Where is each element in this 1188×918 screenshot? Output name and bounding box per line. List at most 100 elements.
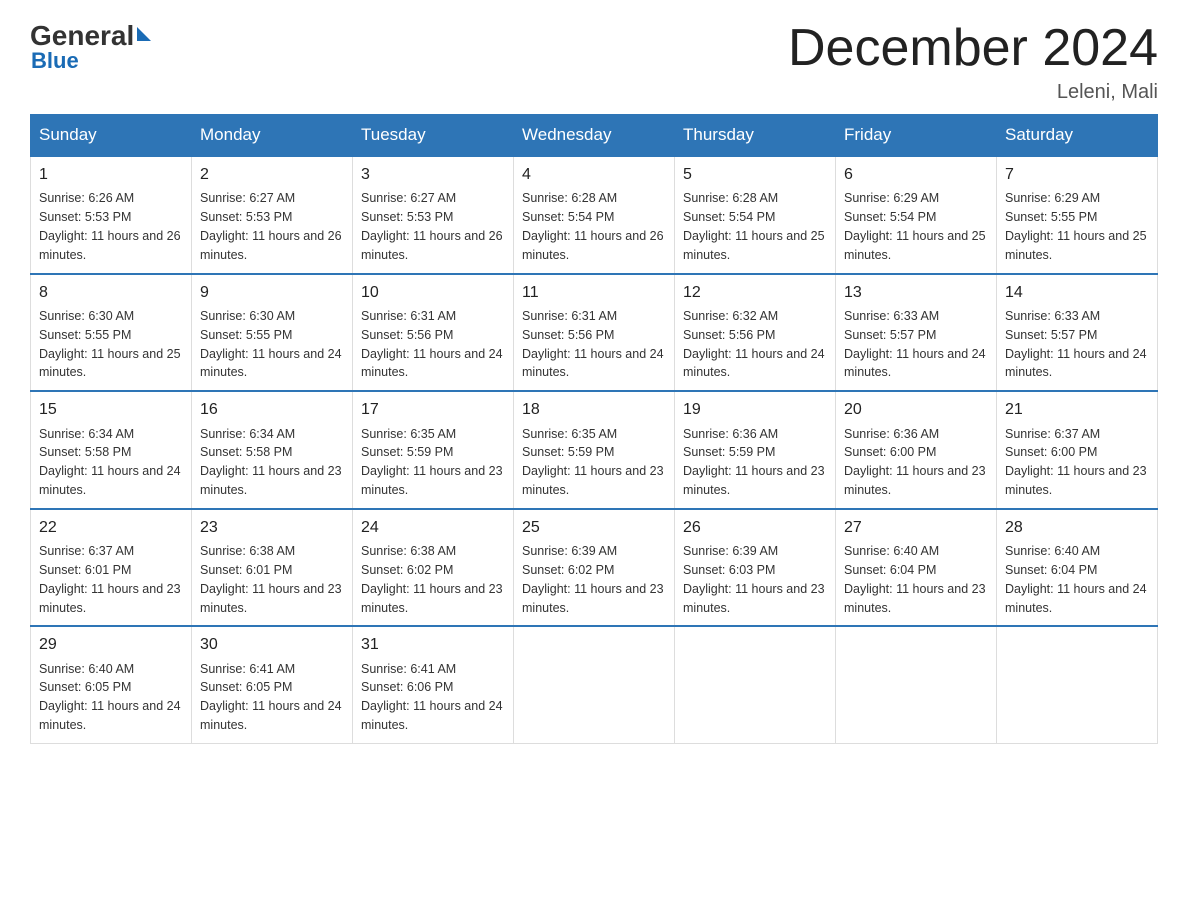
day-number: 28 — [1005, 516, 1149, 539]
day-number: 27 — [844, 516, 988, 539]
logo-blue-text: Blue — [31, 48, 151, 74]
calendar-cell: 24Sunrise: 6:38 AMSunset: 6:02 PMDayligh… — [353, 509, 514, 627]
calendar-cell: 31 Sunrise: 6:41 AMSunset: 6:06 PMDayligh… — [353, 626, 514, 743]
day-number: 25 — [522, 516, 666, 539]
page-header: General Blue December 2024 Leleni, Mali — [30, 20, 1158, 104]
calendar-cell: 2 Sunrise: 6:27 AMSunset: 5:53 PMDaylight… — [192, 156, 353, 274]
calendar-cell: 13 Sunrise: 6:33 AMSunset: 5:57 PMDayligh… — [836, 274, 997, 392]
day-number: 13 — [844, 281, 988, 304]
calendar-cell: 19Sunrise: 6:36 AMSunset: 5:59 PMDayligh… — [675, 391, 836, 509]
day-number: 6 — [844, 163, 988, 186]
day-info: Sunrise: 6:35 AMSunset: 5:59 PMDaylight:… — [522, 427, 664, 498]
calendar-cell: 7Sunrise: 6:29 AMSunset: 5:55 PMDaylight… — [997, 156, 1158, 274]
day-number: 30 — [200, 633, 344, 656]
day-number: 11 — [522, 281, 666, 304]
day-info: Sunrise: 6:41 AMSunset: 6:06 PMDaylight:… — [361, 662, 503, 733]
day-info: Sunrise: 6:39 AMSunset: 6:03 PMDaylight:… — [683, 544, 825, 615]
day-info: Sunrise: 6:40 AMSunset: 6:04 PMDaylight:… — [844, 544, 986, 615]
calendar-week-row: 1Sunrise: 6:26 AMSunset: 5:53 PMDaylight… — [31, 156, 1158, 274]
day-info: Sunrise: 6:34 AMSunset: 5:58 PMDaylight:… — [39, 427, 181, 498]
day-info: Sunrise: 6:33 AMSunset: 5:57 PMDaylight:… — [844, 309, 986, 380]
calendar-week-row: 29 Sunrise: 6:40 AMSunset: 6:05 PMDayligh… — [31, 626, 1158, 743]
day-number: 24 — [361, 516, 505, 539]
calendar-cell: 28Sunrise: 6:40 AMSunset: 6:04 PMDayligh… — [997, 509, 1158, 627]
day-info: Sunrise: 6:32 AMSunset: 5:56 PMDaylight:… — [683, 309, 825, 380]
title-area: December 2024 Leleni, Mali — [788, 20, 1158, 104]
calendar-cell: 29 Sunrise: 6:40 AMSunset: 6:05 PMDayligh… — [31, 626, 192, 743]
calendar-week-row: 8 Sunrise: 6:30 AMSunset: 5:55 PMDaylight… — [31, 274, 1158, 392]
day-info: Sunrise: 6:39 AMSunset: 6:02 PMDaylight:… — [522, 544, 664, 615]
day-info: Sunrise: 6:36 AMSunset: 5:59 PMDaylight:… — [683, 427, 825, 498]
calendar-cell: 18 Sunrise: 6:35 AMSunset: 5:59 PMDayligh… — [514, 391, 675, 509]
day-number: 9 — [200, 281, 344, 304]
day-info: Sunrise: 6:30 AMSunset: 5:55 PMDaylight:… — [39, 309, 181, 380]
day-info: Sunrise: 6:40 AMSunset: 6:05 PMDaylight:… — [39, 662, 181, 733]
calendar-cell — [675, 626, 836, 743]
calendar-cell: 9 Sunrise: 6:30 AMSunset: 5:55 PMDaylight… — [192, 274, 353, 392]
calendar-table: Sunday Monday Tuesday Wednesday Thursday… — [30, 114, 1158, 744]
day-info: Sunrise: 6:27 AMSunset: 5:53 PMDaylight:… — [361, 191, 503, 262]
day-info: Sunrise: 6:33 AMSunset: 5:57 PMDaylight:… — [1005, 309, 1147, 380]
day-number: 16 — [200, 398, 344, 421]
day-info: Sunrise: 6:41 AMSunset: 6:05 PMDaylight:… — [200, 662, 342, 733]
day-number: 20 — [844, 398, 988, 421]
calendar-cell — [836, 626, 997, 743]
day-info: Sunrise: 6:37 AMSunset: 6:01 PMDaylight:… — [39, 544, 181, 615]
day-info: Sunrise: 6:31 AMSunset: 5:56 PMDaylight:… — [361, 309, 503, 380]
calendar-cell: 25 Sunrise: 6:39 AMSunset: 6:02 PMDayligh… — [514, 509, 675, 627]
day-number: 26 — [683, 516, 827, 539]
calendar-cell: 27 Sunrise: 6:40 AMSunset: 6:04 PMDayligh… — [836, 509, 997, 627]
calendar-cell: 1Sunrise: 6:26 AMSunset: 5:53 PMDaylight… — [31, 156, 192, 274]
calendar-cell: 3 Sunrise: 6:27 AMSunset: 5:53 PMDaylight… — [353, 156, 514, 274]
col-wednesday: Wednesday — [514, 115, 675, 157]
day-number: 10 — [361, 281, 505, 304]
day-number: 23 — [200, 516, 344, 539]
calendar-cell: 4 Sunrise: 6:28 AMSunset: 5:54 PMDaylight… — [514, 156, 675, 274]
day-info: Sunrise: 6:30 AMSunset: 5:55 PMDaylight:… — [200, 309, 342, 380]
day-info: Sunrise: 6:28 AMSunset: 5:54 PMDaylight:… — [683, 191, 825, 262]
day-info: Sunrise: 6:31 AMSunset: 5:56 PMDaylight:… — [522, 309, 664, 380]
col-monday: Monday — [192, 115, 353, 157]
day-number: 12 — [683, 281, 827, 304]
day-number: 17 — [361, 398, 505, 421]
col-thursday: Thursday — [675, 115, 836, 157]
day-number: 7 — [1005, 163, 1149, 186]
day-number: 22 — [39, 516, 183, 539]
calendar-week-row: 22 Sunrise: 6:37 AMSunset: 6:01 PMDayligh… — [31, 509, 1158, 627]
day-info: Sunrise: 6:29 AMSunset: 5:54 PMDaylight:… — [844, 191, 986, 262]
day-number: 8 — [39, 281, 183, 304]
calendar-cell — [997, 626, 1158, 743]
location-label: Leleni, Mali — [788, 81, 1158, 104]
day-info: Sunrise: 6:26 AMSunset: 5:53 PMDaylight:… — [39, 191, 181, 262]
calendar-cell: 21Sunrise: 6:37 AMSunset: 6:00 PMDayligh… — [997, 391, 1158, 509]
calendar-cell: 26 Sunrise: 6:39 AMSunset: 6:03 PMDayligh… — [675, 509, 836, 627]
day-info: Sunrise: 6:27 AMSunset: 5:53 PMDaylight:… — [200, 191, 342, 262]
calendar-cell: 30 Sunrise: 6:41 AMSunset: 6:05 PMDayligh… — [192, 626, 353, 743]
calendar-cell: 17 Sunrise: 6:35 AMSunset: 5:59 PMDayligh… — [353, 391, 514, 509]
logo-arrow-icon — [137, 27, 151, 41]
calendar-cell: 15Sunrise: 6:34 AMSunset: 5:58 PMDayligh… — [31, 391, 192, 509]
day-number: 31 — [361, 633, 505, 656]
calendar-cell: 12 Sunrise: 6:32 AMSunset: 5:56 PMDayligh… — [675, 274, 836, 392]
day-info: Sunrise: 6:34 AMSunset: 5:58 PMDaylight:… — [200, 427, 342, 498]
day-number: 2 — [200, 163, 344, 186]
calendar-cell: 11 Sunrise: 6:31 AMSunset: 5:56 PMDayligh… — [514, 274, 675, 392]
col-friday: Friday — [836, 115, 997, 157]
day-number: 5 — [683, 163, 827, 186]
day-number: 29 — [39, 633, 183, 656]
calendar-cell: 16 Sunrise: 6:34 AMSunset: 5:58 PMDayligh… — [192, 391, 353, 509]
day-info: Sunrise: 6:28 AMSunset: 5:54 PMDaylight:… — [522, 191, 664, 262]
calendar-cell: 8 Sunrise: 6:30 AMSunset: 5:55 PMDaylight… — [31, 274, 192, 392]
logo: General Blue — [30, 20, 151, 74]
day-info: Sunrise: 6:38 AMSunset: 6:01 PMDaylight:… — [200, 544, 342, 615]
calendar-cell: 20Sunrise: 6:36 AMSunset: 6:00 PMDayligh… — [836, 391, 997, 509]
day-number: 3 — [361, 163, 505, 186]
calendar-cell: 6 Sunrise: 6:29 AMSunset: 5:54 PMDaylight… — [836, 156, 997, 274]
day-info: Sunrise: 6:35 AMSunset: 5:59 PMDaylight:… — [361, 427, 503, 498]
calendar-cell: 22 Sunrise: 6:37 AMSunset: 6:01 PMDayligh… — [31, 509, 192, 627]
day-number: 18 — [522, 398, 666, 421]
day-number: 4 — [522, 163, 666, 186]
col-saturday: Saturday — [997, 115, 1158, 157]
calendar-cell — [514, 626, 675, 743]
day-number: 21 — [1005, 398, 1149, 421]
